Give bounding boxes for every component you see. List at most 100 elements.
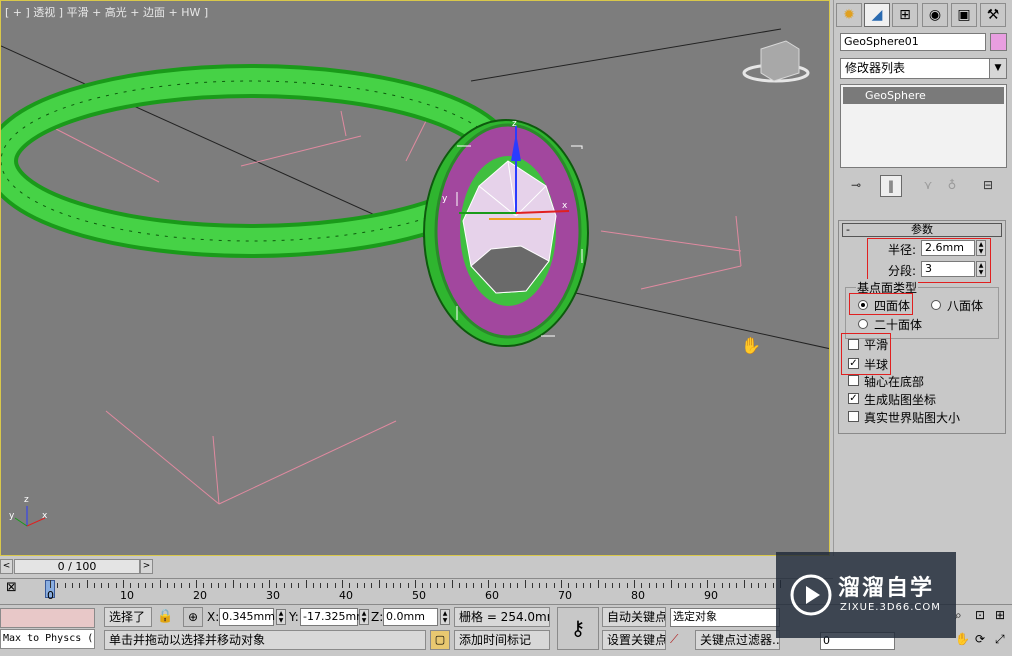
timeline-tick-mark	[210, 583, 212, 588]
maxscript-mini-listener[interactable]: Max to Physcs (	[0, 629, 95, 649]
auto-key-button[interactable]: 自动关键点	[602, 607, 666, 627]
rollout-title: 参数	[911, 223, 933, 236]
timeline-tick-mark	[458, 583, 460, 588]
zoom-all-icon[interactable]: ⊞	[995, 608, 1005, 622]
timeline-tick-label: 20	[193, 589, 207, 602]
timeline-tick-mark	[743, 580, 745, 588]
pan-icon[interactable]: ✋	[955, 632, 970, 646]
y-coord-input[interactable]: -17.325mm	[300, 608, 367, 626]
zoom-icon[interactable]: ⌕	[955, 608, 962, 623]
pin-stack-icon[interactable]: ⊸	[846, 175, 866, 195]
timeline-tick-mark	[123, 580, 124, 588]
timeline-tick-mark	[758, 583, 760, 588]
timeline-tick-label: 0	[47, 589, 54, 602]
zoom-extents-icon[interactable]: ⊡	[975, 608, 985, 622]
timeline-tick-mark	[451, 580, 453, 588]
next-frame-icon[interactable]: >	[140, 559, 153, 574]
z-spinner[interactable]: ▲ ▼	[440, 609, 450, 625]
highlight-box	[849, 293, 913, 315]
timeline-tick-mark	[276, 583, 278, 588]
timeline-tick-mark	[480, 583, 482, 588]
hierarchy-tab[interactable]: ⊞	[892, 3, 918, 27]
timeline-tick-mark	[298, 583, 300, 588]
maximize-viewport-icon[interactable]: ⤢	[995, 632, 1005, 647]
real-world-checkbox[interactable]	[848, 411, 859, 422]
time-slider[interactable]: 0 / 100	[14, 559, 140, 574]
timeline-tick-mark	[422, 583, 424, 588]
z-coord-input[interactable]: 0.0mm	[383, 608, 438, 626]
modifier-stack[interactable]: GeoSphere	[840, 84, 1007, 168]
timeline-tick-label: 10	[120, 589, 134, 602]
timeline-tick-mark	[415, 580, 416, 588]
modify-tab[interactable]: ◢	[864, 3, 890, 27]
add-time-tag[interactable]: 添加时间标记	[454, 630, 550, 650]
timeline-tick-mark	[196, 580, 197, 588]
timeline-tick-mark	[626, 583, 628, 588]
timeline-tick-mark	[247, 583, 249, 588]
x-coord-input[interactable]: 0.345mm	[219, 608, 275, 626]
track-bar-menu-icon[interactable]: ⊠	[6, 580, 30, 598]
timeline-tick-mark	[130, 583, 132, 588]
remove-modifier-icon[interactable]: ♁	[942, 175, 962, 195]
perspective-viewport[interactable]: z x y ✋ [ + ] 透视 ] 平滑 + 高光 + 边面 + HW ] z…	[0, 0, 830, 556]
viewport-label[interactable]: [ + ] 透视 ] 平滑 + 高光 + 边面 + HW ]	[5, 4, 208, 20]
object-name-field[interactable]: GeoSphere01	[840, 33, 986, 51]
set-key-button[interactable]: 设置关键点	[602, 630, 666, 650]
timeline-tick-mark	[604, 583, 606, 588]
icosa-radio[interactable]	[858, 319, 868, 329]
rollout-header[interactable]: - 参数	[842, 223, 1002, 237]
x-spinner[interactable]: ▲ ▼	[276, 609, 286, 625]
timeline-tick-mark	[524, 580, 526, 588]
timeline-tick-mark	[634, 580, 635, 588]
key-filter-button[interactable]: 关键点过滤器...	[695, 630, 780, 650]
prev-frame-icon[interactable]: <	[0, 559, 13, 574]
show-end-result-icon[interactable]: ‖	[880, 175, 902, 197]
timeline-tick-mark	[436, 583, 438, 588]
collapse-icon: -	[846, 223, 850, 236]
watermark-logo-icon	[790, 574, 832, 616]
object-color-swatch[interactable]	[990, 33, 1007, 51]
octa-radio[interactable]	[931, 300, 941, 310]
modify-icon: ◢	[871, 7, 883, 23]
timeline-tick-mark	[400, 583, 402, 588]
y-spinner[interactable]: ▲ ▼	[359, 609, 369, 625]
maxscript-mini-listener-top[interactable]	[0, 608, 95, 628]
modifier-list-dropdown[interactable]: 修改器列表 ▼	[840, 58, 1007, 79]
key-selection-dropdown[interactable]: 选定对象	[670, 608, 780, 627]
display-tab[interactable]: ▣	[951, 3, 977, 27]
timeline-tick-mark	[699, 583, 701, 588]
selection-lock-icon[interactable]: 🔒	[157, 609, 173, 624]
gen-map-checkbox[interactable]: ✓	[848, 393, 859, 404]
make-unique-icon[interactable]: ⋎	[918, 175, 938, 195]
timeline-tick-mark	[86, 580, 88, 588]
motion-tab[interactable]: ◉	[922, 3, 948, 27]
key-icon[interactable]: ⚷	[557, 607, 599, 650]
timeline-tick-label: 80	[631, 589, 645, 602]
timeline-tick-mark	[181, 583, 183, 588]
real-world-label: 真实世界贴图大小	[864, 411, 961, 425]
timeline-tick-mark	[166, 583, 168, 588]
timeline-tick-mark	[509, 583, 511, 588]
timeline-tick-mark	[728, 583, 730, 588]
timeline-tick-label: 70	[558, 589, 572, 602]
timeline-tick-mark	[393, 583, 395, 588]
create-tab[interactable]: ✹	[836, 3, 862, 27]
timeline-tick-mark	[203, 583, 205, 588]
timeline-tick-mark	[473, 583, 475, 588]
transform-mode-icon[interactable]: ⊕	[183, 607, 203, 627]
timeline-tick-mark	[582, 583, 584, 588]
modifier-list-label: 修改器列表	[845, 61, 906, 75]
time-tag-icon[interactable]: ▢	[430, 630, 450, 650]
key-mode-icon[interactable]: ⟋	[670, 632, 678, 647]
timeline-tick-mark	[648, 583, 650, 588]
timeline-tick-mark	[144, 583, 146, 588]
timeline-tick-mark	[429, 583, 431, 588]
utilities-tab[interactable]: ⚒	[980, 3, 1006, 27]
timeline-tick-mark	[539, 583, 541, 588]
stack-item-geosphere[interactable]: GeoSphere	[843, 87, 1004, 104]
base-pivot-checkbox[interactable]	[848, 375, 859, 386]
orbit-icon[interactable]: ⟳	[975, 632, 985, 646]
base-pivot-label: 轴心在底部	[864, 375, 925, 389]
icosa-label: 二十面体	[874, 318, 923, 332]
configure-modifier-sets-icon[interactable]: ⊟	[978, 175, 998, 195]
